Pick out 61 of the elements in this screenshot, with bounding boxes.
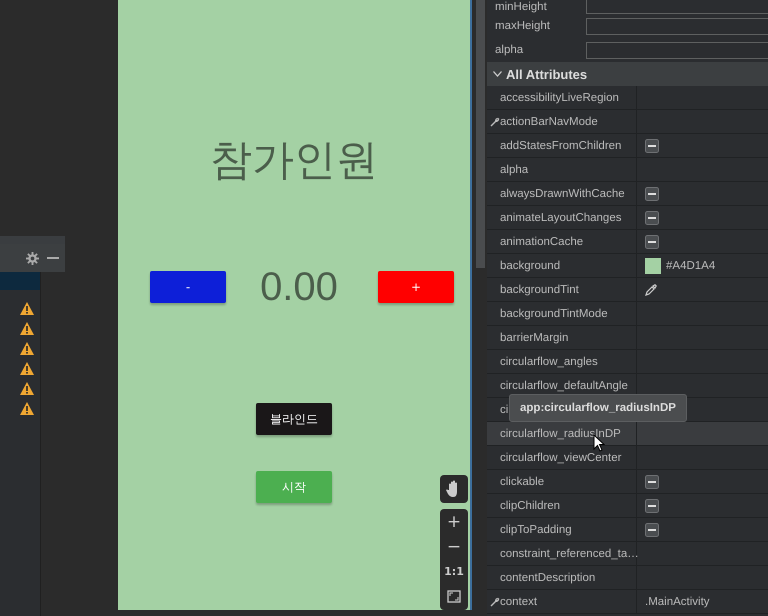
indeterminate-checkbox[interactable] [645,138,659,152]
attribute-name: circularflow_angles [500,356,598,368]
zoom-in-button[interactable]: + [440,509,468,534]
attribute-name: animationCache [500,236,584,248]
attribute-name: clickable [500,476,544,488]
attribute-name: clipChildren [500,500,560,512]
attribute-name: background [500,260,560,272]
indeterminate-checkbox[interactable] [645,498,659,512]
attribute-name: alpha [500,164,528,176]
attribute-name: alwaysDrawnWithCache [500,188,625,200]
warning-icon [20,382,34,394]
attribute-name: constraint_referenced_ta… [500,548,639,560]
indeterminate-checkbox[interactable] [645,186,659,200]
attribute-name: circularflow_defaultAngle [500,380,628,392]
attribute-name: maxHeight [494,19,551,33]
eyedropper-icon[interactable] [645,284,657,296]
attribute-name: minHeight [494,0,548,14]
warning-icon [20,322,34,334]
attribute-name: circularflow_viewCenter [500,452,622,464]
indeterminate-checkbox[interactable] [645,210,659,224]
indeterminate-checkbox[interactable] [645,234,659,248]
title-text: 참가인원 [210,134,378,186]
attribute-name: circularflow_radiusInDP [500,428,621,440]
warning-icon [20,362,34,374]
section-title: All Attributes [506,66,588,82]
wrench-icon [490,116,500,126]
plus-button[interactable]: + [378,271,454,303]
section-header[interactable]: All Attributes [487,62,768,86]
wrench-icon [490,596,500,606]
zoom-out-button[interactable]: − [440,534,468,559]
warning-icon [20,302,34,314]
attribute-name: context [500,596,538,608]
chevron-icon[interactable] [493,71,502,77]
attribute-name: clipToPadding [500,524,572,536]
indeterminate-checkbox[interactable] [645,474,659,488]
attribute-input-field[interactable] [586,18,768,34]
warning-icon [20,402,34,414]
attribute-name: accessibilityLiveRegion [500,92,619,104]
attribute-value: #A4D1A4 [666,260,716,272]
blind-button[interactable]: 블라인드 [256,403,332,435]
attribute-name: ci [500,404,508,416]
warning-icon [20,342,34,354]
minus-button[interactable]: - [150,271,226,303]
attribute-input-field[interactable] [586,0,768,14]
color-swatch[interactable] [645,258,661,274]
actual-size-button[interactable]: 1:1 [440,559,468,584]
attribute-name: contentDescription [500,572,596,584]
settings-icon[interactable] [26,252,39,264]
attribute-name: barrierMargin [500,332,568,344]
counter-text: 0.00 [260,264,338,311]
indeterminate-checkbox[interactable] [645,522,659,536]
attribute-name: backgroundTintMode [500,308,608,320]
scrollbar-thumb[interactable] [476,0,485,268]
attribute-name: animateLayoutChanges [500,212,622,224]
attribute-input-field[interactable] [586,42,768,58]
attribute-name: addStatesFromChildren [500,140,622,152]
tooltip: app:circularflow_radiusInDP [509,394,687,422]
attribute-name: alpha [494,43,524,57]
attribute-name: actionBarNavMode [500,116,598,128]
attribute-name: backgroundTint [500,284,579,296]
attribute-value: .MainActivity [645,596,710,608]
